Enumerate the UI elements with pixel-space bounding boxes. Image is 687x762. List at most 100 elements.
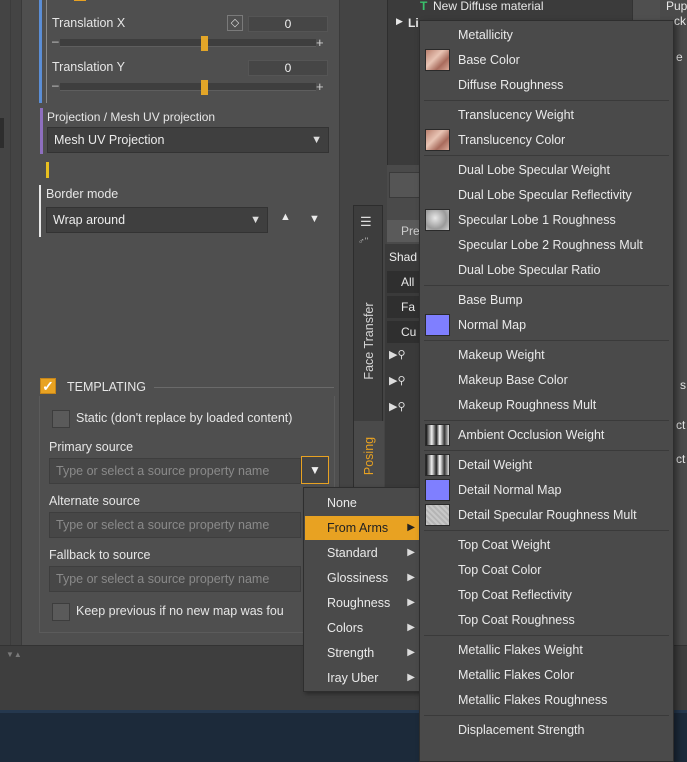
submenu-item-label: Makeup Base Color [458, 373, 568, 387]
slider-minus-icon[interactable]: ‒ [52, 78, 59, 92]
submenu-item[interactable]: Ambient Occlusion Weight [420, 423, 673, 448]
expand-arrow-icon[interactable]: ▶ [396, 16, 403, 27]
projection-dropdown[interactable]: Mesh UV Projection ▼ [47, 127, 329, 153]
slider-plus-icon[interactable]: + [316, 35, 324, 50]
menu-item[interactable]: Roughness ▶ [305, 591, 421, 615]
submenu-item[interactable]: Detail Normal Map [420, 478, 673, 503]
menu-lines-icon[interactable]: ☰ [360, 214, 372, 230]
group-accent-purple [40, 108, 43, 154]
submenu-item[interactable]: Makeup Base Color [420, 368, 673, 393]
tree-button[interactable] [389, 172, 421, 198]
primary-source-dropdown-button[interactable]: ▼ [301, 456, 329, 484]
submenu-item[interactable]: Base Bump [420, 288, 673, 313]
static-checkbox[interactable] [52, 410, 70, 428]
material-type-icon: T [420, 0, 428, 13]
menu-separator [424, 100, 669, 101]
shader-row[interactable]: Fa [387, 296, 423, 318]
tab-face-transfer[interactable]: Face Transfer [354, 266, 384, 416]
submenu-item[interactable]: Makeup Weight [420, 343, 673, 368]
translation-y-value[interactable]: 0 [248, 60, 328, 76]
group-accent-white [39, 185, 41, 237]
translation-x-value[interactable]: 0 [248, 16, 328, 32]
left-gutter [0, 0, 22, 645]
menu-item[interactable]: Strength ▶ [305, 641, 421, 665]
submenu-item-label: Detail Weight [458, 458, 533, 472]
menu-item[interactable]: Standard ▶ [305, 541, 421, 565]
menu-item-label: None [327, 496, 357, 510]
submenu-item[interactable]: Metallic Flakes Roughness [420, 688, 673, 713]
static-label: Static (don't replace by loaded content) [76, 411, 293, 425]
move-up-icon[interactable]: ▲ [280, 211, 291, 223]
templating-checkbox[interactable]: ✓ [40, 378, 56, 394]
submenu-item[interactable]: Metallic Flakes Weight [420, 638, 673, 663]
submenu-arrow-icon: ▶ [407, 672, 415, 683]
shader-header: Shad [389, 250, 418, 264]
tree-item-new-material[interactable]: New Diffuse material [433, 0, 543, 13]
tree-node-icon[interactable]: ▶⚲ [389, 400, 406, 413]
alternate-source-label: Alternate source [49, 494, 141, 508]
submenu-item[interactable]: Top Coat Weight [420, 533, 673, 558]
submenu-item[interactable]: Displacement Strength [420, 718, 673, 743]
slider-plus-icon[interactable]: + [316, 79, 324, 94]
menu-item[interactable]: Glossiness ▶ [305, 566, 421, 590]
submenu-item[interactable]: Detail Weight [420, 453, 673, 478]
submenu-item[interactable]: Top Coat Reflectivity [420, 583, 673, 608]
border-mode-value: Wrap around [53, 213, 126, 227]
border-mode-label: Border mode [46, 187, 119, 201]
tree-node-icon[interactable]: ▶⚲ [389, 374, 406, 387]
submenu-arrow-icon: ▶ [407, 522, 415, 533]
submenu-item[interactable]: Top Coat Color [420, 558, 673, 583]
menu-item[interactable]: Iray Uber ▶ [305, 666, 421, 690]
translation-x-slider[interactable] [60, 39, 316, 47]
menu-item[interactable]: None [305, 491, 421, 515]
alternate-source-input[interactable]: Type or select a source property name [49, 512, 301, 538]
move-down-icon[interactable]: ▼ [309, 213, 320, 225]
submenu-item[interactable]: Makeup Roughness Mult [420, 393, 673, 418]
submenu-item[interactable]: Detail Specular Roughness Mult [420, 503, 673, 528]
border-mode-dropdown[interactable]: Wrap around ▼ [46, 207, 268, 233]
submenu-item[interactable]: Specular Lobe 2 Roughness Mult [420, 233, 673, 258]
tab-posing[interactable]: Posing [354, 421, 384, 491]
translation-x-knob[interactable] [200, 36, 208, 51]
menu-separator [424, 340, 669, 341]
submenu-item-label: Top Coat Reflectivity [458, 588, 572, 602]
submenu-item[interactable]: Metallic Flakes Color [420, 663, 673, 688]
submenu-item-label: Dual Lobe Specular Reflectivity [458, 188, 632, 202]
submenu-item-label: Detail Specular Roughness Mult [458, 508, 637, 522]
translation-y-knob[interactable] [200, 80, 208, 95]
resize-grip-icon[interactable]: ▼▲ [6, 650, 22, 659]
submenu-item-label: Detail Normal Map [458, 483, 562, 497]
menu-item[interactable]: From Arms ▶ [305, 516, 421, 540]
submenu-item[interactable]: Dual Lobe Specular Weight [420, 158, 673, 183]
submenu-arrow-icon: ▶ [407, 647, 415, 658]
submenu-item[interactable]: Dual Lobe Specular Ratio [420, 258, 673, 283]
submenu-item[interactable]: Base Color [420, 48, 673, 73]
submenu-item[interactable]: Top Coat Roughness [420, 608, 673, 633]
menu-item-label: Glossiness [327, 571, 389, 585]
tree-node-icon[interactable]: ▶⚲ [389, 348, 406, 361]
slider-minus-icon[interactable]: ‒ [52, 34, 59, 48]
translation-y-slider[interactable] [60, 83, 316, 91]
shader-row[interactable]: All [387, 271, 423, 293]
fallback-source-input[interactable]: Type or select a source property name [49, 566, 301, 592]
menu-separator [424, 420, 669, 421]
submenu-item[interactable]: Normal Map [420, 313, 673, 338]
primary-source-input[interactable]: Type or select a source property name [49, 458, 301, 484]
tree-item-list[interactable]: Li [408, 16, 419, 30]
submenu-item[interactable]: Dual Lobe Specular Reflectivity [420, 183, 673, 208]
shader-row[interactable]: Cu [387, 321, 423, 343]
submenu-item[interactable]: Translucency Weight [420, 103, 673, 128]
keyframe-diamond-icon[interactable]: ◇ [227, 15, 243, 31]
submenu-item[interactable]: Metallicity [420, 23, 673, 48]
section-divider [154, 387, 334, 388]
templating-title: TEMPLATING [67, 380, 146, 394]
tab-presets[interactable]: Pre [387, 220, 420, 242]
submenu-item[interactable]: Diffuse Roughness [420, 73, 673, 98]
submenu-item[interactable]: Translucency Color [420, 128, 673, 153]
keep-previous-checkbox[interactable] [52, 603, 70, 621]
menu-item[interactable]: Colors ▶ [305, 616, 421, 640]
submenu-item[interactable]: Specular Lobe 1 Roughness [420, 208, 673, 233]
menu-separator [424, 530, 669, 531]
submenu-item-label: Diffuse Roughness [458, 78, 564, 92]
fallback-source-label: Fallback to source [49, 548, 151, 562]
